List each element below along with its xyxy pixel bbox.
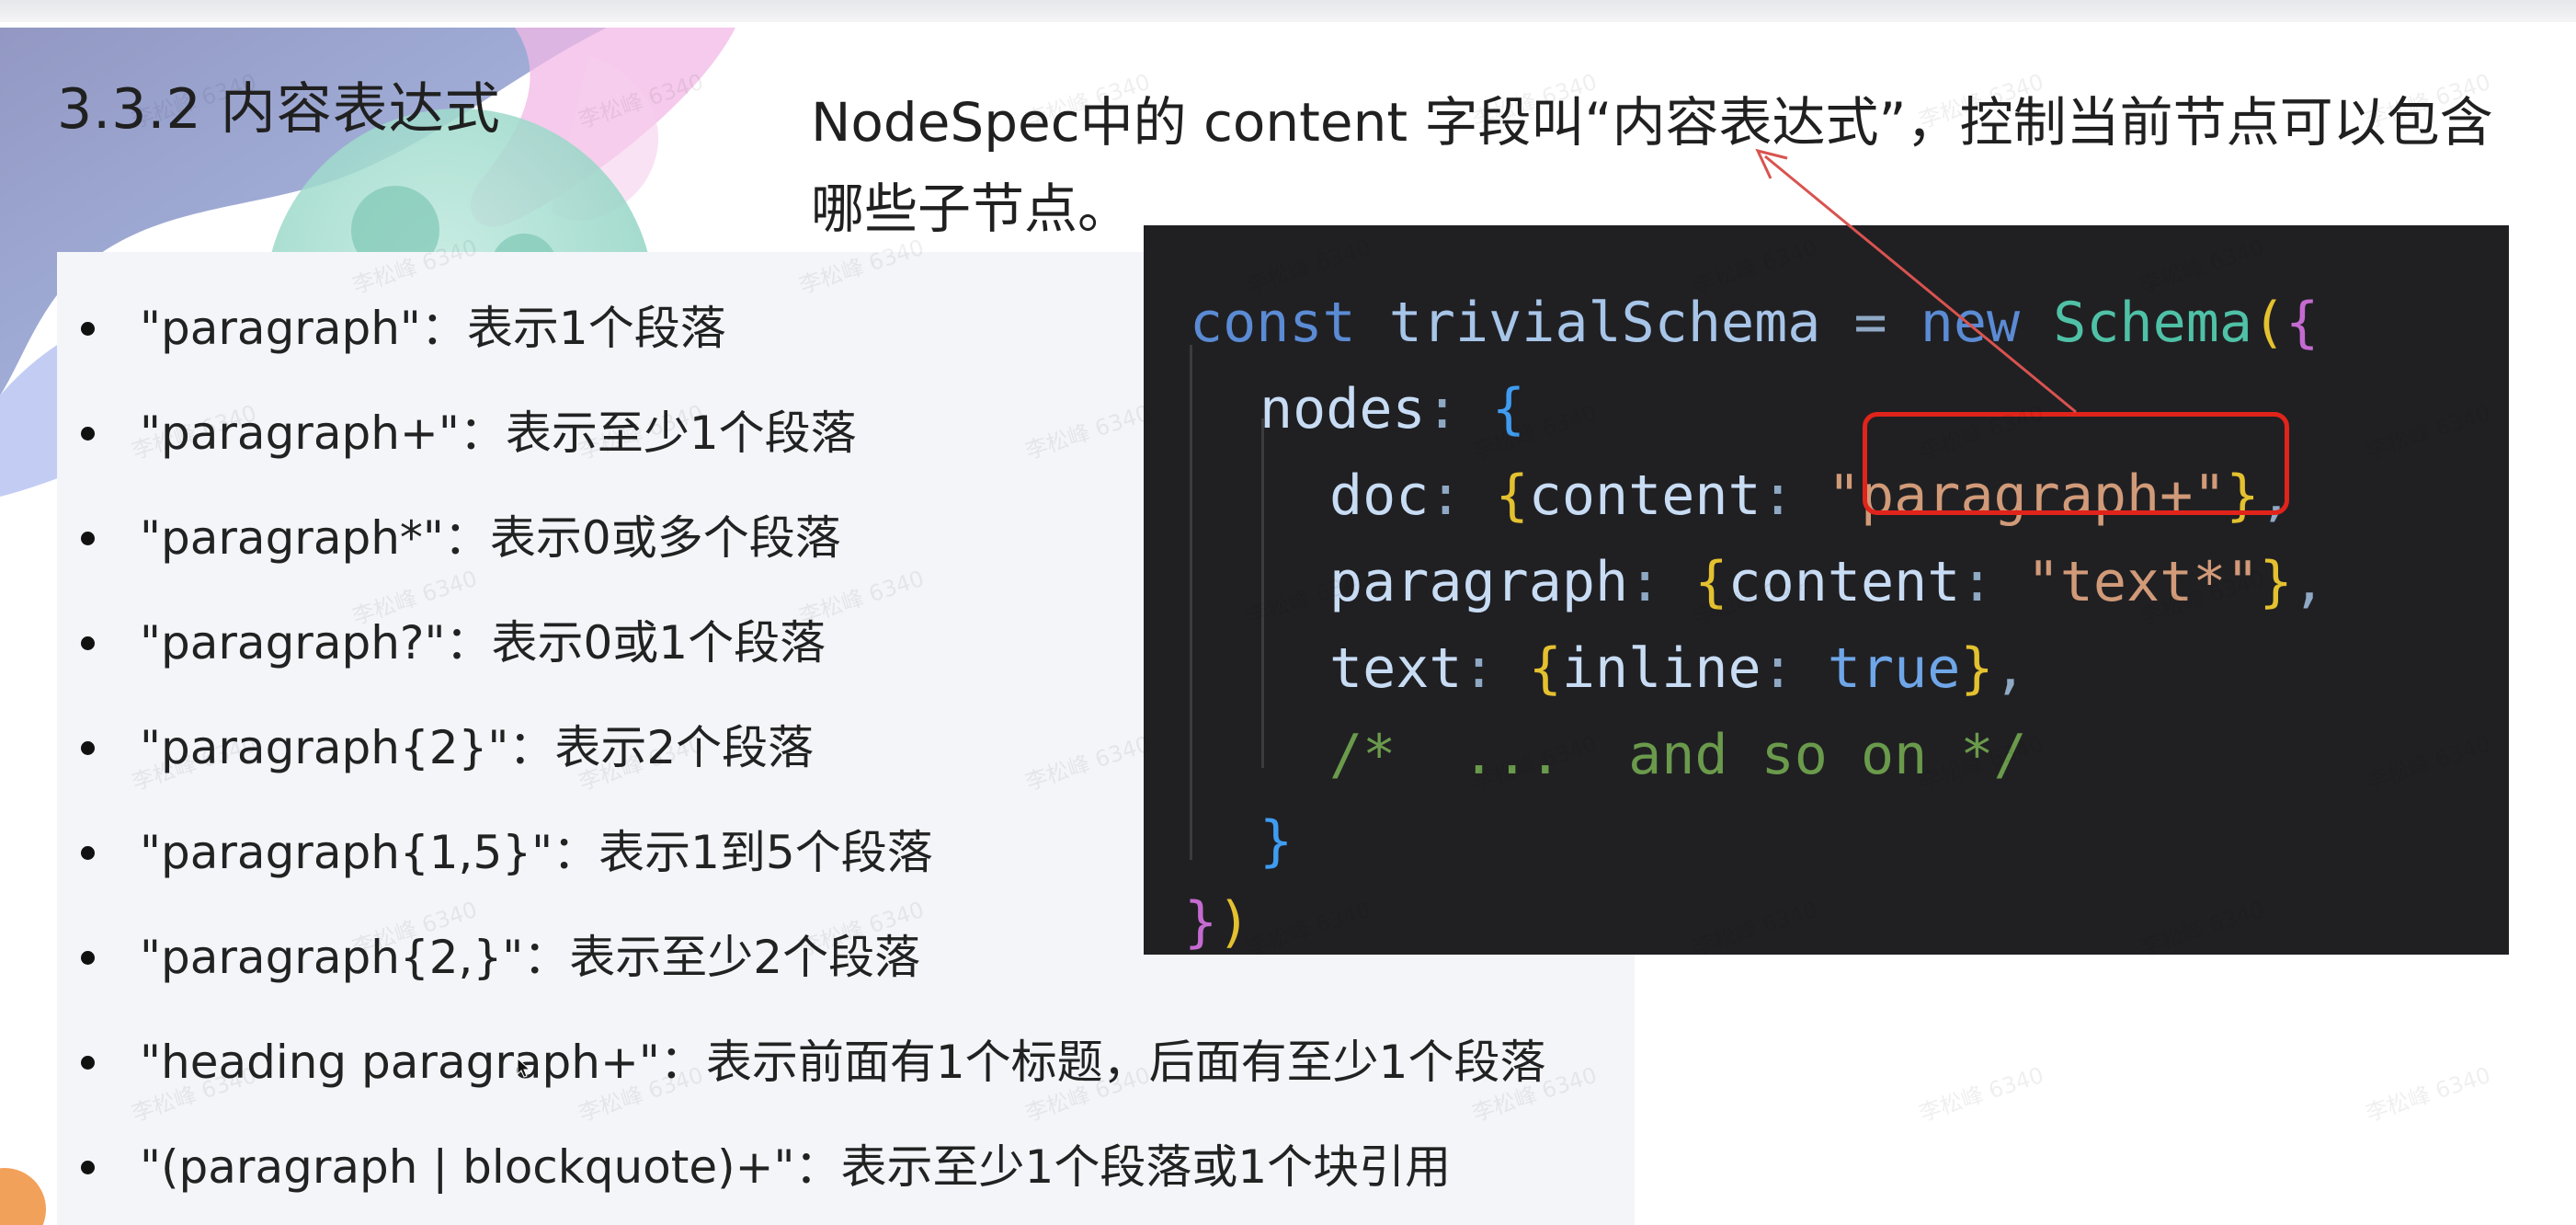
code-token: : bbox=[1960, 550, 1994, 614]
code-token: } bbox=[1260, 809, 1294, 874]
corner-decoration bbox=[0, 1168, 46, 1225]
code-line: } bbox=[1260, 805, 1293, 878]
code-token: } bbox=[1184, 890, 1218, 955]
code-token: new bbox=[1920, 291, 2021, 355]
code-token: : bbox=[1628, 550, 1662, 614]
code-token: : bbox=[1462, 636, 1496, 701]
code-token: { bbox=[1495, 464, 1529, 528]
slide: 3.3.2 内容表达式 NodeSpec中的 content 字段叫“内容表达式… bbox=[0, 0, 2576, 1225]
description-line-2: 哪些子节点。 bbox=[811, 177, 1132, 240]
code-token: { bbox=[2285, 291, 2320, 355]
code-token: , bbox=[2292, 550, 2326, 614]
code-line: }) bbox=[1184, 886, 1250, 959]
code-token: const bbox=[1190, 291, 1356, 355]
code-token: inline bbox=[1561, 636, 1761, 701]
watermark-text: 李松峰 6340 bbox=[2362, 1061, 2494, 1127]
page-title: 3.3.2 内容表达式 bbox=[57, 77, 501, 142]
code-token: , bbox=[1993, 636, 2027, 701]
code-token: { bbox=[1528, 636, 1562, 701]
code-token: ( bbox=[2251, 291, 2286, 355]
code-token: : bbox=[1761, 464, 1795, 528]
code-token: = bbox=[1853, 291, 1887, 355]
code-line: text: {inline: true}, bbox=[1329, 632, 2027, 705]
code-token: paragraph bbox=[1329, 550, 1629, 614]
code-token: trivialSchema bbox=[1388, 291, 1821, 355]
code-token: : bbox=[1429, 464, 1463, 528]
code-token: : bbox=[1425, 377, 1459, 441]
code-token: true bbox=[1827, 636, 1961, 701]
code-token: nodes bbox=[1260, 377, 1426, 441]
code-token: Schema bbox=[2053, 291, 2252, 355]
code-token: content bbox=[1528, 464, 1761, 528]
code-token: text bbox=[1329, 636, 1463, 701]
list-item: "(paragraph | blockquote)+"：表示至少1个段落或1个块… bbox=[74, 1115, 1546, 1219]
code-token: : bbox=[1761, 636, 1795, 701]
code-token: doc bbox=[1329, 464, 1430, 528]
code-token: } bbox=[1960, 636, 1994, 701]
watermark-text: 李松峰 6340 bbox=[1915, 1061, 2047, 1127]
mouse-cursor-icon bbox=[517, 1058, 531, 1078]
indent-guide bbox=[1190, 345, 1192, 860]
list-item: "heading paragraph+"：表示前面有1个标题，后面有至少1个段落 bbox=[74, 1010, 1546, 1115]
